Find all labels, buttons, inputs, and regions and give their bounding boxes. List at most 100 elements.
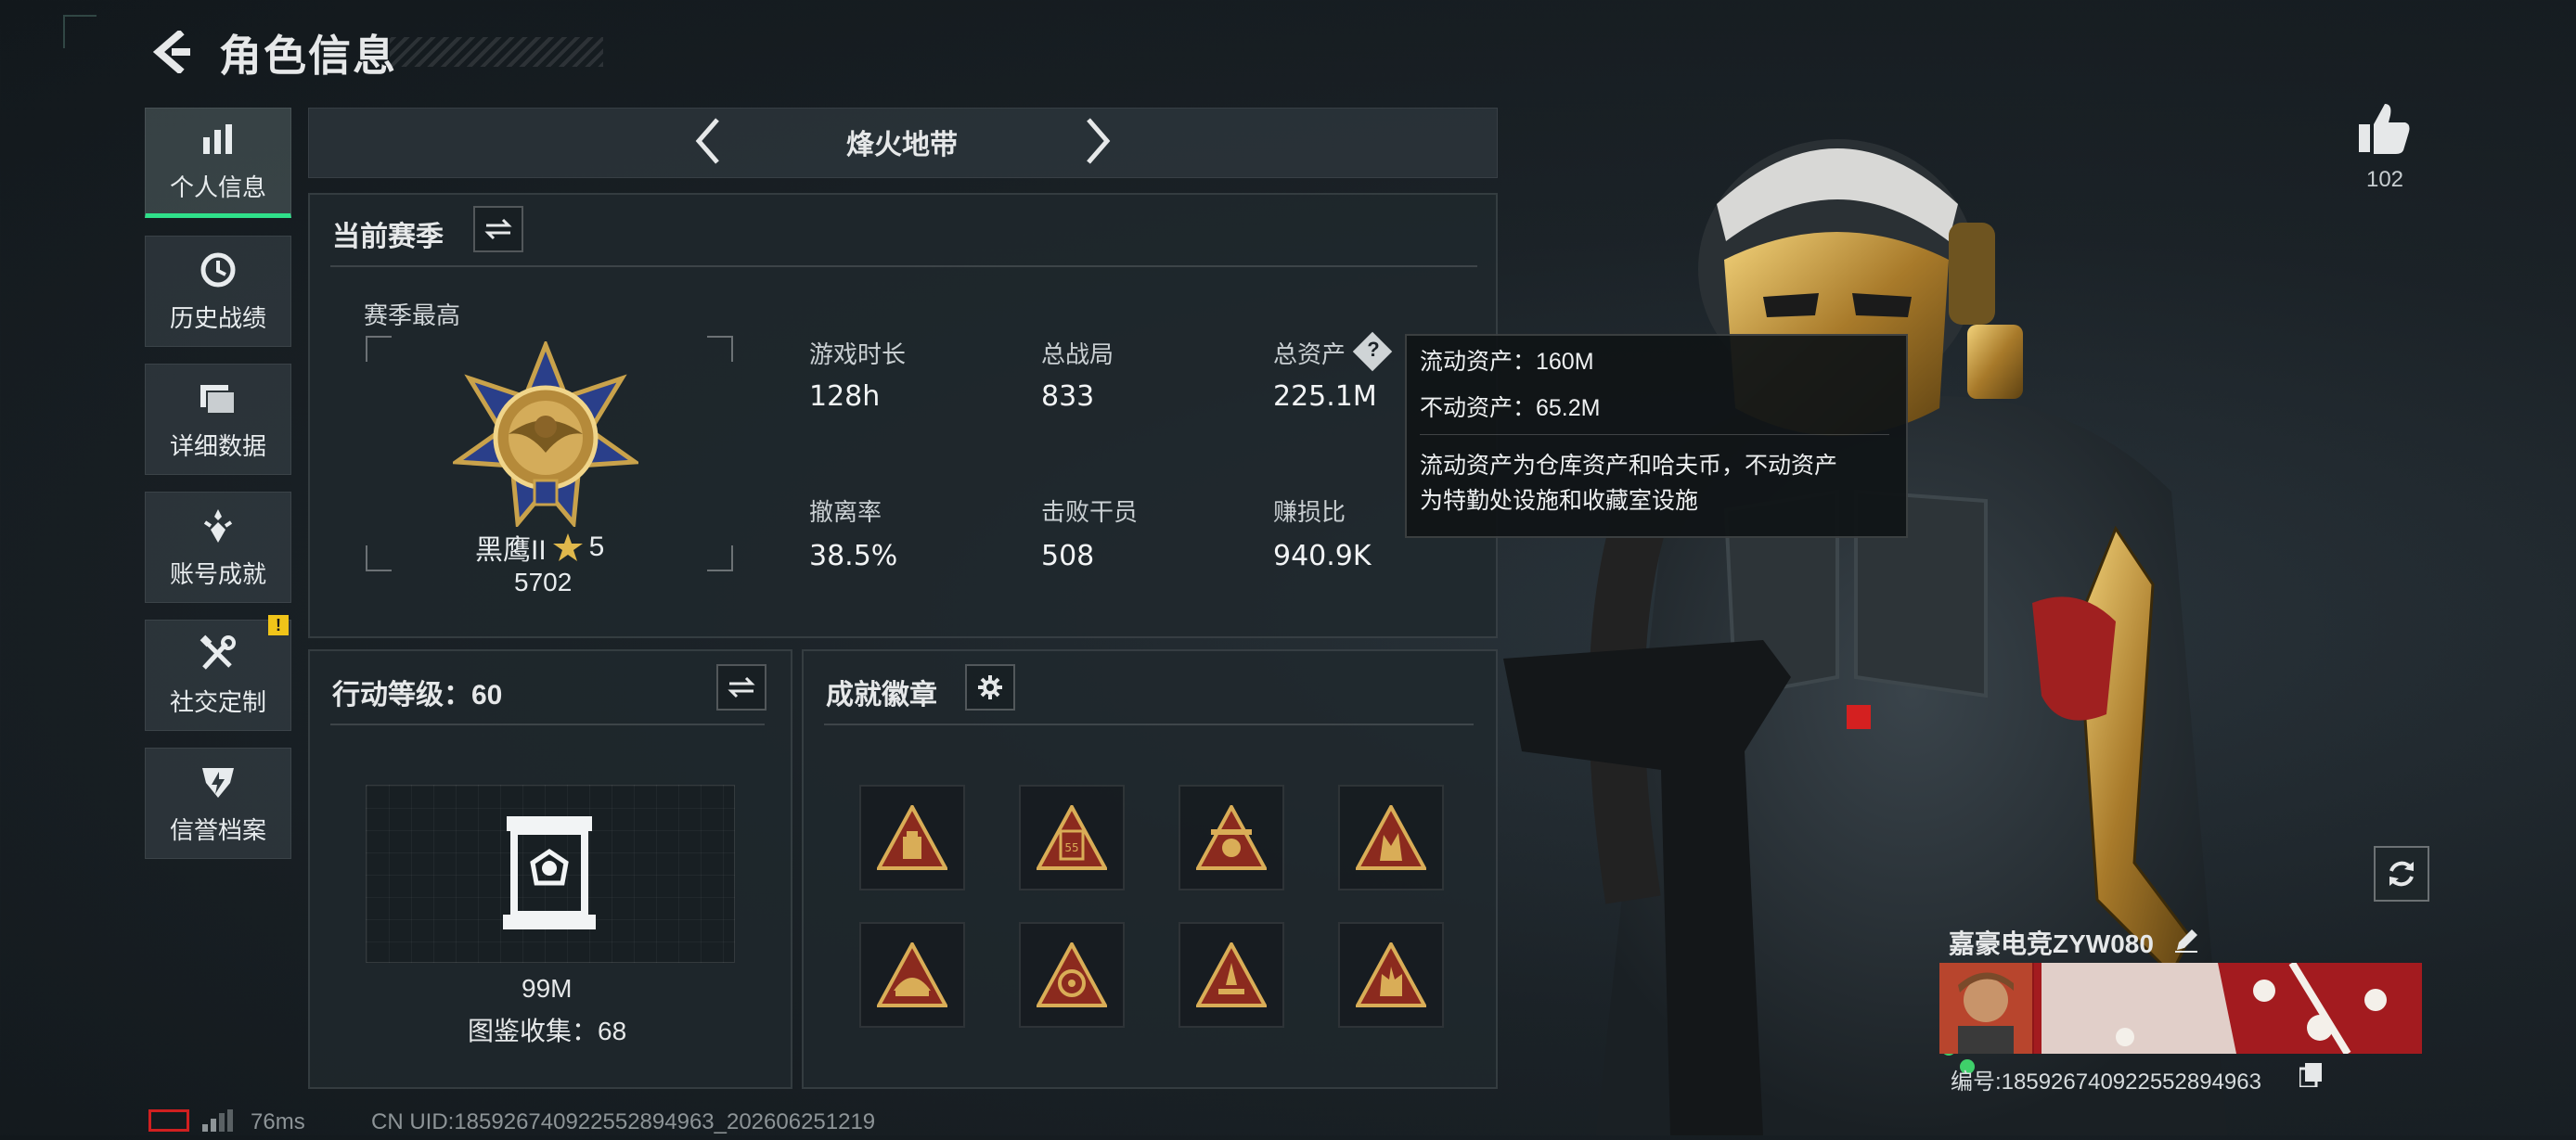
divider: [330, 265, 1477, 267]
bar-chart-icon: [198, 119, 238, 160]
stat-value: 38.5%: [809, 540, 898, 572]
uid-text: CN UID:1859267409225528949​63_2026062512…: [371, 1109, 876, 1134]
like-button[interactable]: [2357, 102, 2413, 156]
mode-prev-button[interactable]: [689, 113, 726, 169]
stat-value: 833: [1041, 380, 1095, 413]
divider: [330, 724, 765, 725]
tooltip-fixed-assets: 不动资产：65.2M: [1420, 395, 1601, 421]
sidebar-item-label: 信誉档案: [169, 815, 266, 844]
stat-label: 击败干员: [1041, 498, 1139, 526]
badge-4-icon: [1356, 805, 1426, 870]
collection-count: 图鉴收集：68: [468, 1017, 627, 1045]
sidebar-item-label: 详细数据: [169, 431, 266, 460]
sidebar-item-label: 历史战绩: [169, 303, 266, 332]
frame-corner: [707, 336, 733, 362]
frame-corner: [707, 545, 733, 571]
achievement-badge[interactable]: [859, 785, 965, 890]
sidebar-item-detailed-data[interactable]: 详细数据: [145, 364, 291, 475]
stat-label: 撤离率: [809, 498, 882, 526]
sidebar-item-personal-info[interactable]: 个人信息: [145, 108, 291, 218]
back-button[interactable]: [147, 26, 199, 78]
tooltip-description: 为特勤处设施和收藏室设施: [1420, 488, 1699, 514]
pencil-icon: [2175, 929, 2197, 953]
chevron-right-icon: [1087, 118, 1111, 164]
collection-value: 99M: [522, 974, 573, 1003]
stat-label: 游戏时长: [809, 340, 907, 368]
player-name: 嘉豪电竞ZYW080: [1949, 929, 2154, 958]
badge-5-icon: [877, 942, 947, 1007]
gear-icon: [978, 675, 1002, 699]
copy-id-button[interactable]: [2298, 1063, 2322, 1089]
sidebar-item-social-custom[interactable]: 社交定制: [145, 620, 291, 731]
badge-8-icon: [1356, 942, 1426, 1007]
frame-corner: [366, 545, 392, 571]
stat-label: 总战局: [1041, 340, 1114, 368]
badge-7-icon: [1196, 942, 1267, 1007]
achievement-badge[interactable]: [1179, 922, 1284, 1028]
achievement-badge[interactable]: 55: [1019, 785, 1125, 890]
stat-value: 508: [1041, 540, 1095, 572]
rank-emblem-icon: [449, 339, 642, 530]
achievement-header: 成就徽章: [826, 680, 937, 711]
thumbs-up-icon: [2359, 104, 2410, 154]
season-peak-label: 赛季最高: [364, 301, 461, 329]
chevron-left-icon: [695, 118, 719, 164]
sidebar-item-label: 个人信息: [169, 173, 266, 201]
badge-6-icon: [1037, 942, 1107, 1007]
season-switch-button[interactable]: [473, 206, 523, 252]
clock-icon: [198, 250, 238, 290]
divider: [824, 724, 1474, 725]
achievement-badge[interactable]: [1338, 785, 1444, 890]
frame-corner: [366, 336, 392, 362]
tooltip-description: 流动资产为仓库资产和哈夫币，不动资产: [1420, 453, 1838, 479]
achievement-badge[interactable]: [1179, 785, 1284, 890]
tooltip-liquid-assets: 流动资产：160M: [1420, 349, 1594, 375]
refresh-button[interactable]: [2374, 846, 2429, 902]
collection-case-icon: [501, 814, 598, 931]
stat-label: 赚损比: [1273, 498, 1346, 526]
stat-value: 225.1M: [1273, 380, 1377, 413]
action-level-header: 行动等级：60: [332, 680, 503, 711]
swap-icon: [728, 676, 755, 698]
back-arrow-icon: [152, 31, 190, 73]
svg-text:55: 55: [1064, 841, 1078, 854]
medal-icon: [198, 506, 238, 546]
stat-value: 940.9K: [1273, 540, 1372, 572]
mode-next-button[interactable]: [1080, 113, 1117, 169]
tools-icon: [198, 634, 238, 674]
title-decoration: [390, 37, 603, 67]
sidebar-item-label: 社交定制: [169, 687, 266, 716]
rank-name: 黑鹰II: [475, 535, 547, 566]
rank-stars: 5: [588, 532, 605, 562]
alert-badge: !: [268, 615, 289, 635]
action-level-switch-button[interactable]: [716, 664, 766, 711]
like-count: 102: [2365, 167, 2404, 192]
achievement-badge[interactable]: [859, 922, 965, 1028]
achievement-badge[interactable]: [1338, 922, 1444, 1028]
refresh-icon: [2389, 861, 2414, 887]
player-id: 编号:1859267409225528949​63: [1951, 1070, 2261, 1095]
player-banner[interactable]: [1939, 963, 2422, 1054]
badge-1-icon: [877, 805, 947, 870]
sidebar-item-label: 账号成就: [169, 559, 266, 588]
achievement-settings-button[interactable]: [965, 664, 1015, 711]
battery-icon: [148, 1109, 189, 1132]
sidebar-item-reputation[interactable]: 信誉档案: [145, 748, 291, 859]
copy-icon: [2298, 1063, 2322, 1089]
star-icon: [552, 533, 583, 561]
achievement-badge[interactable]: [1019, 922, 1125, 1028]
corner-decoration: [63, 15, 97, 48]
sidebar-item-match-history[interactable]: 历史战绩: [145, 236, 291, 347]
swap-icon: [484, 218, 512, 240]
sidebar-item-achievements[interactable]: 账号成就: [145, 492, 291, 603]
season-header: 当前赛季: [332, 222, 444, 252]
mode-title: 烽火地带: [846, 130, 958, 160]
stat-value: 128h: [809, 380, 881, 413]
signal-icon: [202, 1109, 234, 1132]
badge-3-icon: [1196, 805, 1267, 870]
badge-2-icon: 55: [1037, 805, 1107, 870]
stat-label: 总资产: [1273, 340, 1346, 368]
edit-name-button[interactable]: [2173, 928, 2199, 954]
page-title: 角色信息: [219, 32, 397, 80]
ping-value: 76ms: [251, 1109, 305, 1134]
